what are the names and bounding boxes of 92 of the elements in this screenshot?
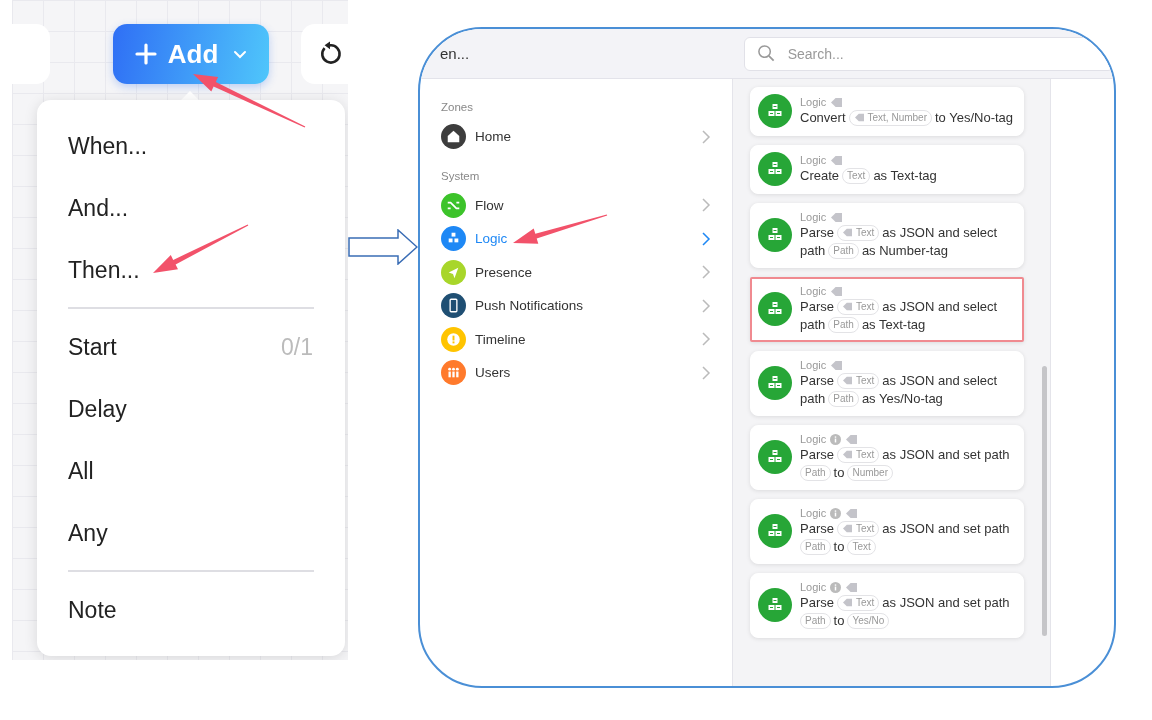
sentence-text: as JSON and set path <box>882 594 1010 612</box>
chevron-right-icon <box>701 331 711 348</box>
category-label: Logic <box>800 433 827 445</box>
category-label: Logic <box>800 96 827 108</box>
action-card[interactable]: Logic Create Text as Text-tag <box>750 145 1024 194</box>
tag-icon <box>830 285 844 297</box>
category-label: Logic <box>800 359 827 371</box>
sentence-text: as JSON and select <box>882 298 998 316</box>
menu-item[interactable]: All <box>68 457 94 485</box>
sentence-text: Parse <box>800 372 834 390</box>
sentence-text: path <box>800 316 826 334</box>
logic-icon <box>758 292 792 326</box>
sentence-text: Parse <box>800 520 834 538</box>
chevron-right-icon <box>701 197 711 214</box>
sidebar-item[interactable]: Home <box>441 120 711 154</box>
chevron-right-icon <box>701 128 711 145</box>
sentence-text: as JSON and select <box>882 224 998 242</box>
logic-icon <box>758 366 792 400</box>
sentence-text: as JSON and set path <box>882 446 1010 464</box>
category-label: Logic <box>800 285 827 297</box>
tag-icon <box>845 581 859 593</box>
search-input[interactable]: Search... <box>785 44 971 63</box>
search-icon <box>756 44 776 63</box>
info-icon <box>830 433 842 445</box>
category-label: Logic <box>800 581 827 593</box>
chevron-right-icon <box>701 297 711 314</box>
menu-item[interactable]: Any <box>68 519 108 547</box>
sentence-text: Parse <box>800 446 834 464</box>
sidebar-item[interactable]: Push Notifications <box>441 289 711 323</box>
plus-icon <box>133 42 158 66</box>
chevron-right-icon <box>701 364 711 381</box>
tag-icon <box>830 96 844 108</box>
count-label: 0/1 <box>281 333 313 361</box>
tag-icon <box>845 507 859 519</box>
sentence-text: Create <box>800 167 840 185</box>
section-heading: System <box>441 168 481 184</box>
sidebar-item[interactable]: Flow <box>441 188 711 222</box>
tag-icon <box>841 598 853 607</box>
chevron-right-icon <box>701 264 711 281</box>
tag-icon <box>841 228 853 237</box>
sentence-text: as Number-tag <box>861 242 948 260</box>
sentence-text: as JSON and select <box>882 372 998 390</box>
tag-icon <box>845 433 859 445</box>
sentence-text: to <box>833 538 845 556</box>
menu-item[interactable]: When... <box>68 132 148 160</box>
tag-icon <box>830 359 844 371</box>
sentence-text: path <box>800 390 826 408</box>
sentence-text: path <box>800 242 826 260</box>
logic-icon <box>758 588 792 622</box>
undo-button[interactable] <box>301 24 348 84</box>
sidebar-item[interactable]: Logic <box>441 222 711 256</box>
tag-icon <box>841 376 853 385</box>
sentence-text: to Yes/No-tag <box>935 109 1014 127</box>
tag-icon <box>841 302 853 311</box>
logic-icon <box>758 440 792 474</box>
tag-icon <box>853 113 865 122</box>
info-icon <box>830 507 842 519</box>
scrollbar-thumb[interactable] <box>1042 366 1047 636</box>
section-heading: Zones <box>441 100 474 115</box>
sentence-text: as Yes/No-tag <box>861 390 943 408</box>
sentence-text: as Text-tag <box>873 167 937 185</box>
menu-item[interactable]: Delay <box>68 395 127 423</box>
sidebar-item[interactable]: Timeline <box>441 322 711 356</box>
menu-item[interactable]: And... <box>68 194 129 222</box>
logic-icon <box>758 152 792 186</box>
sentence-text: Parse <box>800 224 834 242</box>
category-label: Logic <box>800 507 827 519</box>
chevron-right-icon <box>701 230 711 247</box>
sidebar-item[interactable]: Presence <box>441 255 711 289</box>
menu-item[interactable]: Start <box>68 333 117 361</box>
menu-item[interactable]: Then... <box>68 256 140 284</box>
sentence-text: to <box>833 612 845 630</box>
category-label: Logic <box>800 211 827 223</box>
logic-icon <box>758 94 792 128</box>
sentence-text: Parse <box>800 594 834 612</box>
sentence-text: to <box>833 464 845 482</box>
sentence-text: Parse <box>800 298 834 316</box>
sidebar-item[interactable]: Users <box>441 356 711 390</box>
tag-icon <box>841 524 853 533</box>
tag-icon <box>830 211 844 223</box>
logic-icon <box>758 218 792 252</box>
menu-item[interactable]: Note <box>68 596 117 624</box>
info-icon <box>830 581 842 593</box>
sentence-text: as Text-tag <box>861 316 926 334</box>
action-card[interactable]: Logic Convert Text, Number to Yes/No-tag <box>750 87 1024 136</box>
dialog-title: en... <box>440 45 471 62</box>
sentence-text: as JSON and set path <box>882 520 1010 538</box>
category-label: Logic <box>800 154 827 166</box>
logic-icon <box>758 514 792 548</box>
tag-icon <box>841 450 853 459</box>
tag-icon <box>830 154 844 166</box>
sentence-text: Convert <box>800 109 846 127</box>
